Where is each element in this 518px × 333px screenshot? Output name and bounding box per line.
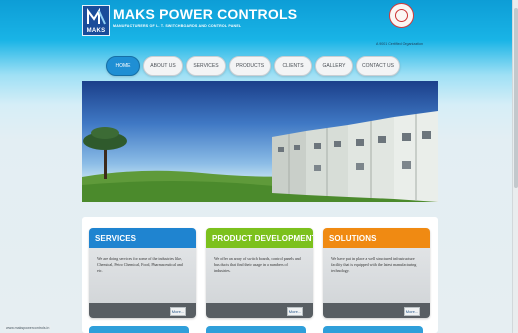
logo-text: MAKS — [86, 28, 106, 34]
services-card-title[interactable]: SERVICES — [89, 228, 196, 248]
bottom-tab-1[interactable] — [89, 326, 189, 333]
nav-contact-us[interactable]: CONTACT US — [356, 56, 400, 76]
card-footer: More... — [323, 303, 430, 318]
services-more-button[interactable]: More... — [170, 307, 186, 316]
brand-title: MAKS POWER CONTROLS — [113, 6, 298, 22]
solutions-card-title[interactable]: SOLUTIONS — [323, 228, 430, 248]
nav-services[interactable]: SERVICES — [186, 56, 226, 76]
product-development-more-button[interactable]: More... — [287, 307, 303, 316]
nav-gallery[interactable]: GALLERY — [315, 56, 353, 76]
certification-text: A 9001 Certified Organization — [376, 42, 423, 46]
card-footer: More... — [206, 303, 313, 318]
brand-subtitle: MANUFACTURERS OF L. T. SWITCHBOARDS AND … — [113, 24, 242, 28]
card-footer: More... — [89, 303, 196, 318]
solutions-more-button[interactable]: More... — [404, 307, 420, 316]
vertical-scrollbar[interactable] — [512, 0, 518, 333]
services-card-text: We are doing services for some of the in… — [97, 256, 183, 273]
company-logo[interactable]: MAKS — [82, 5, 110, 36]
solutions-card-text: We have put in place a well structured i… — [331, 256, 417, 273]
product-development-card-text: We offer an array of switch boards, cont… — [214, 256, 301, 273]
nav-products[interactable]: PRODUCTS — [229, 56, 271, 76]
bottom-tab-2[interactable] — [206, 326, 306, 333]
status-bar-url: www.makspowercontrols.in — [4, 325, 52, 331]
logo-mark-icon — [87, 8, 106, 25]
nav-clients[interactable]: CLIENTS — [274, 56, 312, 76]
hero-banner-image — [82, 81, 438, 202]
certification-seal-icon — [389, 3, 414, 28]
bottom-tab-3[interactable] — [323, 326, 423, 333]
main-nav: HOME ABOUT US SERVICES PRODUCTS CLIENTS … — [106, 56, 400, 76]
nav-home[interactable]: HOME — [106, 56, 140, 76]
product-development-card: PRODUCT DEVELOPMENT We offer an array of… — [206, 228, 313, 318]
scrollbar-thumb[interactable] — [514, 8, 518, 188]
services-card: SERVICES We are doing services for some … — [89, 228, 196, 318]
solutions-card: SOLUTIONS We have put in place a well st… — [323, 228, 430, 318]
product-development-card-title[interactable]: PRODUCT DEVELOPMENT — [206, 228, 313, 248]
page-container: MAKS MAKS POWER CONTROLS MANUFACTURERS O… — [82, 0, 438, 333]
nav-about-us[interactable]: ABOUT US — [143, 56, 183, 76]
